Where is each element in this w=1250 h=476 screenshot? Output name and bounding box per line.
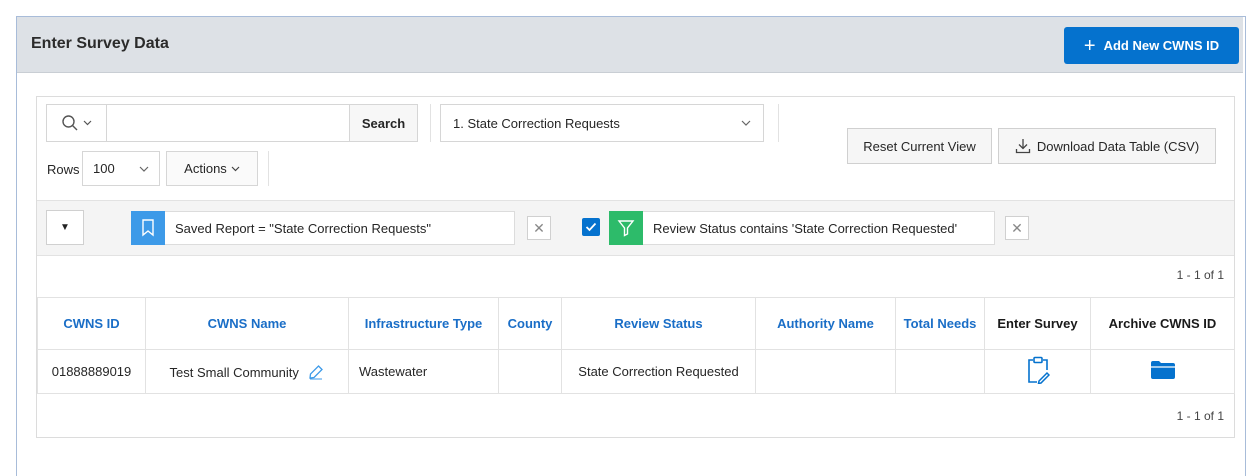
chevron-down-icon	[139, 166, 149, 172]
toolbar-divider	[430, 104, 431, 142]
download-label: Download Data Table (CSV)	[1036, 138, 1200, 154]
column-header-total-needs[interactable]: Total Needs	[895, 297, 985, 350]
search-group: Search	[46, 104, 418, 142]
column-header-authority-name[interactable]: Authority Name	[755, 297, 896, 350]
column-header-enter-survey: Enter Survey	[984, 297, 1091, 350]
chevron-down-icon	[83, 120, 92, 126]
cell-archive-cwns-id	[1090, 349, 1235, 394]
column-header-archive-cwns-id: Archive CWNS ID	[1090, 297, 1235, 350]
search-icon	[62, 115, 78, 131]
saved-report-filter[interactable]: Saved Report = "State Correction Request…	[165, 211, 515, 245]
filter-icon	[617, 220, 635, 237]
checkmark-icon	[585, 222, 597, 232]
remove-saved-report-filter-button[interactable]: ✕	[527, 216, 551, 240]
region-header: Enter Survey Data + Add New CWNS ID	[17, 17, 1243, 73]
download-icon	[1015, 139, 1030, 154]
chevron-down-icon	[231, 166, 240, 171]
column-header-county[interactable]: County	[498, 297, 562, 350]
clipboard-edit-icon[interactable]	[1026, 356, 1050, 385]
column-header-cwns-name[interactable]: CWNS Name	[145, 297, 349, 350]
cell-county	[498, 349, 562, 394]
bookmark-icon	[142, 219, 154, 237]
column-header-infrastructure-type[interactable]: Infrastructure Type	[348, 297, 499, 350]
review-status-filter[interactable]: Review Status contains 'State Correction…	[643, 211, 995, 245]
download-csv-button[interactable]: Download Data Table (CSV)	[998, 128, 1216, 164]
cell-cwns-name: Test Small Community	[145, 349, 349, 394]
top-strip	[0, 0, 1250, 16]
rows-label: Rows	[47, 162, 80, 177]
table-header-row: CWNS ID CWNS Name Infrastructure Type Co…	[37, 297, 1235, 350]
cell-infrastructure-type: Wastewater	[348, 349, 499, 394]
cell-enter-survey	[984, 349, 1091, 394]
rows-per-page-select[interactable]: 100	[82, 151, 160, 186]
survey-table: CWNS ID CWNS Name Infrastructure Type Co…	[37, 297, 1235, 394]
collapse-filters-button[interactable]: ▼	[46, 210, 84, 245]
cwns-name-text: Test Small Community	[169, 364, 299, 380]
review-status-chip	[609, 211, 643, 245]
actions-menu-button[interactable]: Actions	[166, 151, 258, 186]
pagination-bottom: 1 - 1 of 1	[1176, 409, 1224, 423]
cell-review-status: State Correction Requested	[561, 349, 756, 394]
search-input[interactable]	[108, 105, 350, 141]
table-row: 01888889019 Test Small Community Wastewa…	[37, 349, 1235, 394]
saved-report-select[interactable]: 1. State Correction Requests	[440, 104, 764, 142]
cell-total-needs	[895, 349, 985, 394]
toolbar-divider	[778, 104, 779, 142]
column-header-review-status[interactable]: Review Status	[561, 297, 756, 350]
add-cwns-id-button[interactable]: + Add New CWNS ID	[1064, 27, 1239, 64]
add-cwns-id-label: Add New CWNS ID	[1103, 38, 1220, 53]
toolbar-divider	[268, 151, 269, 186]
filter-enabled-checkbox[interactable]	[582, 218, 600, 236]
cell-authority-name	[755, 349, 896, 394]
actions-label: Actions	[184, 161, 227, 176]
table-footer	[37, 393, 1234, 437]
search-button[interactable]: Search	[349, 105, 417, 141]
cell-cwns-id: 01888889019	[37, 349, 146, 394]
plus-icon: +	[1083, 34, 1096, 57]
chevron-down-icon	[741, 120, 751, 126]
saved-report-value: 1. State Correction Requests	[453, 115, 620, 131]
pencil-icon[interactable]	[308, 364, 324, 380]
search-column-selector[interactable]	[47, 105, 107, 141]
saved-report-chip	[131, 211, 165, 245]
remove-review-status-filter-button[interactable]: ✕	[1005, 216, 1029, 240]
rows-value: 100	[93, 161, 115, 176]
folder-icon[interactable]	[1150, 360, 1176, 380]
reset-current-view-button[interactable]: Reset Current View	[847, 128, 992, 164]
page-title: Enter Survey Data	[31, 35, 169, 52]
column-header-cwns-id[interactable]: CWNS ID	[37, 297, 146, 350]
pagination-top: 1 - 1 of 1	[1176, 268, 1224, 282]
